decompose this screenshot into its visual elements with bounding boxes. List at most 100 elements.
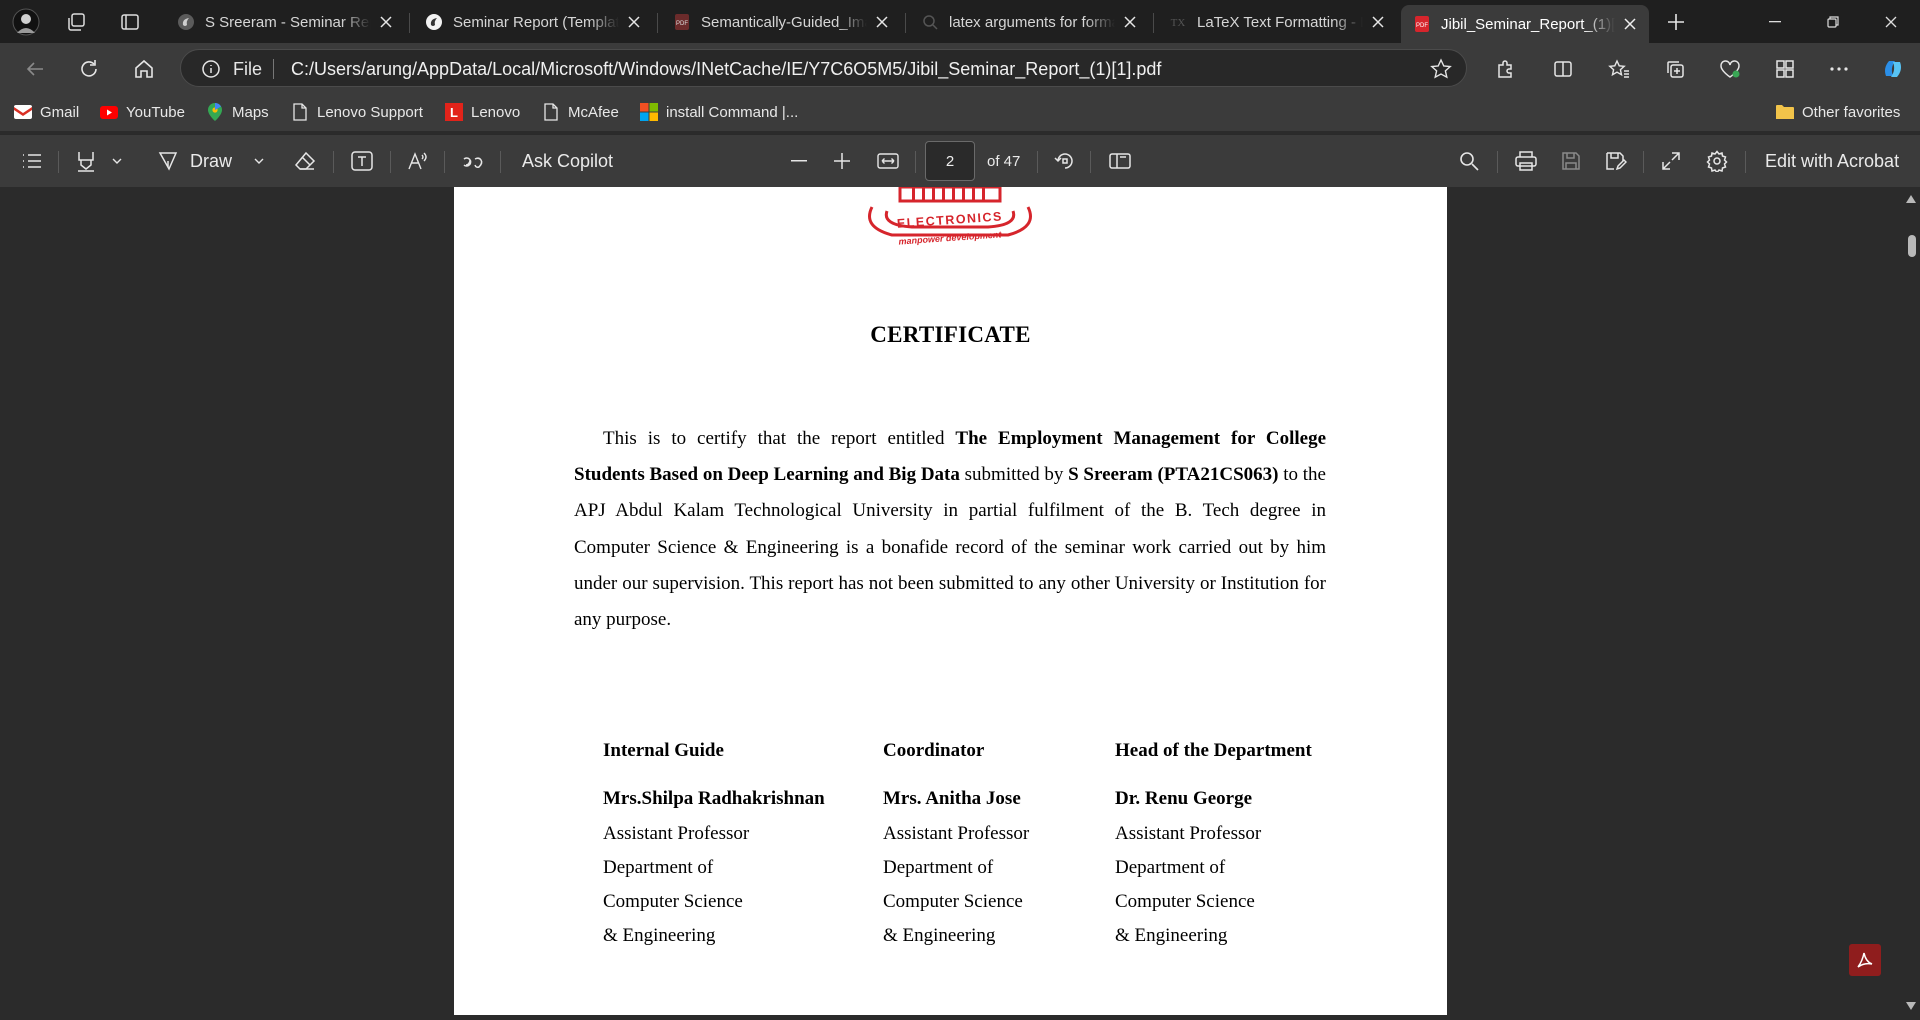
signatory-dept-line: Department of — [603, 857, 714, 878]
tab-3[interactable]: PDF Semantically-Guided_Image — [661, 5, 901, 39]
page-view-icon[interactable] — [1109, 147, 1131, 175]
signatory-internal-guide: Internal Guide Mrs.Shilpa Radhakrishnan … — [603, 734, 825, 953]
other-favorites-label: Other favorites — [1802, 103, 1901, 121]
url-text[interactable]: C:/Users/arung/AppData/Local/Microsoft/W… — [291, 59, 1161, 80]
favorite-label: Maps — [232, 103, 269, 121]
favorite-lenovo-support[interactable]: Lenovo Support — [291, 101, 423, 123]
close-window-icon[interactable] — [1863, 0, 1919, 43]
more-menu-icon[interactable] — [1822, 52, 1856, 86]
back-icon[interactable] — [18, 52, 52, 86]
favorite-maps[interactable]: Maps — [206, 101, 269, 123]
signatory-designation: Assistant Professor — [603, 823, 750, 844]
svg-text:TX: TX — [1171, 17, 1186, 29]
zoom-in-icon[interactable] — [834, 147, 850, 175]
zoom-out-icon[interactable] — [791, 147, 807, 175]
minimize-icon[interactable] — [1747, 0, 1803, 43]
favorite-youtube[interactable]: YouTube — [100, 101, 185, 123]
tab-1[interactable]: S Sreeram - Seminar Report — [165, 5, 405, 39]
tab-title: latex arguments for format — [949, 13, 1115, 31]
collections-icon[interactable] — [1658, 52, 1692, 86]
save-icon[interactable] — [1561, 147, 1581, 175]
acrobat-icon[interactable] — [1849, 944, 1881, 976]
folder-icon — [1776, 103, 1794, 121]
favorite-install-command[interactable]: install Command |... — [640, 101, 798, 123]
apps-icon[interactable] — [1768, 52, 1802, 86]
signatory-role: Internal Guide — [603, 740, 724, 761]
close-icon[interactable] — [873, 13, 891, 31]
college-logo: ELECTRONICS manpower development — [852, 187, 1048, 247]
ask-copilot-label: Ask Copilot — [522, 150, 614, 171]
close-icon[interactable] — [1369, 13, 1387, 31]
split-screen-icon[interactable] — [1546, 52, 1580, 86]
home-icon[interactable] — [127, 52, 161, 86]
favorite-gmail[interactable]: Gmail — [14, 101, 79, 123]
signatory-dept-line: Computer Science — [883, 891, 1023, 912]
favorite-star-icon[interactable] — [1430, 58, 1452, 80]
close-icon[interactable] — [1121, 13, 1139, 31]
lenovo-icon: L — [445, 103, 463, 121]
pdf-viewer[interactable]: ELECTRONICS manpower development CERTIFI… — [0, 187, 1920, 1020]
fit-to-width-icon[interactable] — [877, 147, 899, 175]
tab-6-active[interactable]: PDF Jibil_Seminar_Report_(1)[1] — [1401, 5, 1649, 43]
close-icon[interactable] — [625, 13, 643, 31]
favorite-mcafee[interactable]: McAfee — [542, 101, 619, 123]
tab-actions-icon[interactable] — [116, 8, 144, 36]
translate-icon[interactable] — [460, 147, 486, 175]
page-icon — [291, 103, 309, 121]
other-favorites[interactable]: Other favorites — [1776, 101, 1900, 123]
browser-essentials-icon[interactable] — [1713, 52, 1747, 86]
extensions-icon[interactable] — [1488, 52, 1522, 86]
signatory-designation: Assistant Professor — [883, 823, 1030, 844]
tab-title: Semantically-Guided_Image — [701, 13, 867, 31]
body-intro: This is to certify that the report entit… — [603, 428, 956, 449]
profile-avatar[interactable] — [12, 8, 40, 36]
page-total-label: of 47 — [987, 152, 1021, 170]
close-icon[interactable] — [377, 13, 395, 31]
tab-5[interactable]: TX LaTeX Text Formatting - LaTeX — [1157, 5, 1397, 39]
overleaf-icon — [177, 13, 195, 31]
draw-button[interactable]: Draw — [158, 147, 232, 175]
contents-icon[interactable] — [22, 147, 42, 175]
new-tab-icon[interactable] — [1662, 8, 1690, 36]
pdf-icon: PDF — [673, 13, 691, 31]
chevron-down-icon[interactable] — [254, 147, 264, 175]
tab-4[interactable]: latex arguments for format — [909, 5, 1149, 39]
signatory-dept-line: & Engineering — [883, 925, 996, 946]
ask-copilot-button[interactable]: Ask Copilot — [522, 147, 613, 175]
restore-icon[interactable] — [1805, 0, 1861, 43]
read-aloud-icon[interactable] — [407, 147, 429, 175]
rotate-icon[interactable] — [1054, 147, 1076, 175]
refresh-icon[interactable] — [72, 52, 106, 86]
edit-with-acrobat-button[interactable]: Edit with Acrobat — [1765, 147, 1899, 175]
print-icon[interactable] — [1515, 147, 1537, 175]
favorites-bar: Gmail YouTube Maps Lenovo Support L Leno… — [0, 93, 1920, 131]
body-rest: to the APJ Abdul Kalam Technological Uni… — [574, 464, 1326, 631]
eraser-icon[interactable] — [294, 147, 316, 175]
close-icon[interactable] — [1621, 15, 1639, 33]
page-number-input[interactable] — [925, 141, 975, 181]
scroll-thumb[interactable] — [1908, 235, 1916, 257]
favorite-label: McAfee — [568, 103, 619, 121]
workspaces-icon[interactable] — [62, 8, 90, 36]
save-as-icon[interactable] — [1605, 147, 1627, 175]
favorite-lenovo[interactable]: L Lenovo — [445, 101, 520, 123]
settings-gear-icon[interactable] — [1706, 147, 1728, 175]
url-scheme: File — [233, 59, 263, 79]
address-bar[interactable]: File C:/Users/arung/AppData/Local/Micros… — [180, 49, 1467, 87]
tab-2[interactable]: Seminar Report (Template) — [413, 5, 653, 39]
highlight-icon[interactable] — [76, 147, 96, 175]
site-info-icon[interactable] — [201, 59, 221, 79]
scroll-up-icon[interactable] — [1906, 195, 1916, 203]
signatory-hod: Head of the Department Dr. Renu George A… — [1115, 734, 1312, 953]
vertical-scrollbar[interactable] — [1902, 187, 1920, 1020]
signatory-dept-line: Department of — [883, 857, 994, 878]
favorites-icon[interactable] — [1602, 52, 1636, 86]
scroll-down-icon[interactable] — [1906, 1002, 1916, 1010]
copilot-icon[interactable] — [1876, 52, 1910, 86]
fullscreen-icon[interactable] — [1661, 147, 1681, 175]
search-icon[interactable] — [1459, 147, 1479, 175]
signatory-name: Dr. Renu George — [1115, 788, 1253, 809]
text-box-icon[interactable] — [351, 147, 373, 175]
chevron-down-icon[interactable] — [112, 147, 122, 175]
tab-title: LaTeX Text Formatting - LaTeX — [1197, 13, 1363, 31]
